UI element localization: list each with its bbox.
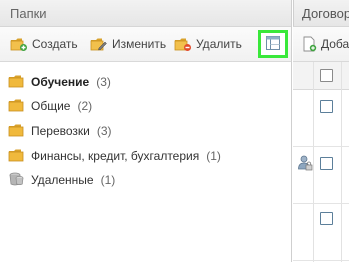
folders-panel-header: Папки	[0, 0, 291, 27]
add-contract-button[interactable]: Доба	[303, 35, 349, 53]
contracts-panel-title: Договор	[302, 6, 349, 21]
row-checkbox[interactable]	[320, 100, 333, 113]
folder-item-obuchenie[interactable]: Обучение (3)	[8, 73, 111, 91]
add-contract-label: Доба	[321, 37, 349, 51]
folder-add-icon	[10, 36, 28, 52]
create-folder-label: Создать	[32, 37, 78, 51]
delete-folder-label: Удалить	[196, 37, 242, 51]
folders-panel: Папки Создать Изменить Удалить Обучение …	[0, 0, 292, 262]
folder-icon	[8, 148, 24, 165]
folder-name: Обучение	[31, 75, 90, 89]
folder-name: Удаленные	[31, 173, 94, 187]
table-row[interactable]	[293, 90, 349, 147]
folder-count: (2)	[77, 99, 93, 113]
trash-icon	[8, 172, 24, 189]
contracts-toolbar: Доба	[293, 27, 349, 62]
folder-name: Общие	[31, 99, 71, 113]
table-row[interactable]	[293, 147, 349, 204]
folder-item-perevozki[interactable]: Перевозки (3)	[8, 122, 112, 140]
folder-delete-icon	[174, 36, 192, 52]
contracts-panel-header: Договор	[293, 0, 349, 27]
folder-count: (1)	[206, 149, 221, 163]
folder-edit-icon	[90, 36, 108, 52]
row-checkbox[interactable]	[320, 157, 333, 170]
folder-item-udalennye[interactable]: Удаленные (1)	[8, 171, 115, 189]
folder-item-obshchie[interactable]: Общие (2)	[8, 97, 92, 115]
table-row[interactable]	[293, 204, 349, 261]
folder-count: (3)	[96, 75, 111, 89]
folder-icon	[8, 123, 24, 140]
table-view-button[interactable]	[258, 30, 288, 58]
folder-name: Финансы, кредит, бухгалтерия	[31, 149, 200, 163]
user-lock-icon	[297, 155, 313, 174]
document-add-icon	[303, 36, 317, 52]
select-all-checkbox[interactable]	[320, 69, 333, 82]
delete-folder-button[interactable]: Удалить	[174, 35, 242, 53]
contracts-panel: Договор Доба	[293, 0, 349, 262]
edit-folder-button[interactable]: Изменить	[90, 35, 166, 53]
create-folder-button[interactable]: Создать	[10, 35, 78, 53]
folders-toolbar: Создать Изменить Удалить	[0, 27, 291, 62]
folder-name: Перевозки	[31, 124, 90, 138]
row-checkbox[interactable]	[320, 212, 333, 225]
folder-count: (3)	[96, 124, 112, 138]
folder-item-finansy[interactable]: Финансы, кредит, бухгалтерия (1)	[8, 147, 221, 165]
folder-count: (1)	[100, 173, 116, 187]
table-view-icon	[265, 35, 281, 54]
folder-icon	[8, 98, 24, 115]
folder-icon	[8, 74, 24, 91]
folders-panel-title: Папки	[10, 6, 47, 21]
edit-folder-label: Изменить	[112, 37, 167, 51]
